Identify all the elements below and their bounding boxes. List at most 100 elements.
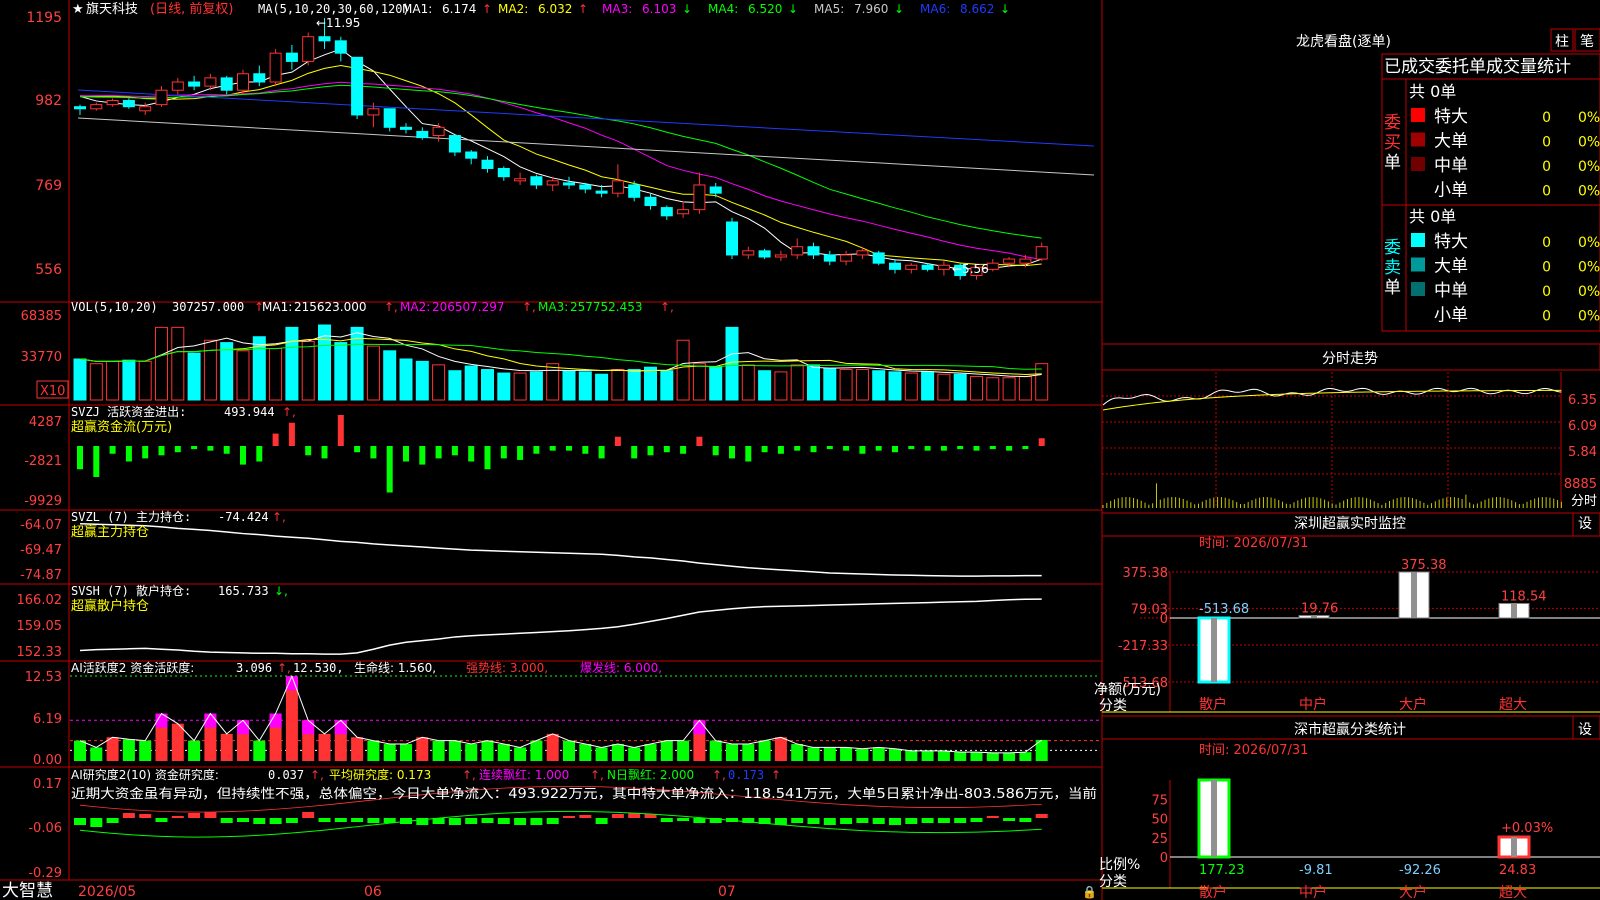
volume-bar [790, 364, 804, 401]
svzl-ytick-3: -74.87 [20, 568, 62, 583]
research-avg: 平均研究度: 0.173 [329, 767, 431, 782]
svsh-line[interactable] [79, 598, 1042, 655]
research-bar [905, 818, 918, 824]
vol-ma-value-2: 257752.453 [570, 300, 643, 314]
vol-ma-label-2: MA3: [538, 300, 568, 314]
order-count-0: 0 [1542, 110, 1551, 126]
volume-bar [709, 366, 723, 401]
monitor-category-0: 散户 [1199, 696, 1227, 713]
research-bar [122, 813, 135, 818]
ma-label-1: MA2: [498, 2, 528, 16]
research-bar [318, 818, 331, 822]
ma-arrow-5: ↓ [1000, 2, 1010, 16]
order-name-0: 特大 [1434, 232, 1468, 252]
order-count-1: 0 [1542, 135, 1551, 151]
buy-rows: 特大 0 0% 大单 0 0% 中单 0 0% 小单 0 0% [1411, 107, 1600, 201]
classify-value-1: -9.81 [1299, 863, 1333, 878]
svzj-bar [810, 446, 817, 453]
classify-value-3: 24.83 [1499, 863, 1536, 878]
candle-body [90, 104, 103, 110]
active-bar [318, 733, 331, 761]
app-logo[interactable]: 大智慧 [2, 881, 53, 900]
research-arrow-5: ↑ [771, 768, 781, 782]
order-pct-1: 0% [1578, 135, 1600, 151]
svzj-bar [517, 446, 524, 460]
active-ytick-2: 6.19 [33, 712, 62, 727]
ma-label-0: MA1: [402, 2, 432, 16]
order-name-3: 小单 [1434, 181, 1468, 201]
svzl-line[interactable] [79, 522, 1042, 577]
research-bar [660, 818, 673, 822]
active-bar [367, 740, 380, 761]
active-bar-tip [302, 720, 315, 735]
svzj-bar [1038, 438, 1045, 446]
ma-arrow-0: ↑ [482, 2, 492, 16]
ma-header: MA(5,10,20,30,60,120) [258, 2, 410, 16]
volume-bar [676, 339, 690, 401]
svzj-ytick-3: -9929 [24, 494, 62, 509]
volume-bar [595, 373, 609, 401]
research-bar [155, 818, 168, 822]
research-bar [237, 818, 249, 822]
classify-category-3: 超大 [1499, 885, 1527, 900]
monitor-value-0: -513.68 [1199, 602, 1249, 617]
active-bar-tip [693, 720, 706, 735]
active-bar-tip [237, 720, 249, 735]
active-burst-line: 爆发线: 6.000, [580, 660, 662, 675]
volume-bar [741, 364, 755, 401]
active-bar [660, 740, 673, 761]
sz-classify-settings[interactable]: 设 [1578, 722, 1592, 738]
buy-side-label-3: 单 [1384, 153, 1401, 173]
sz-monitor-yunit: 净额(万元) [1094, 682, 1161, 698]
volume-bars[interactable] [73, 324, 1049, 401]
research-ytick-2: -0.06 [28, 821, 62, 836]
research-ytick-1: 0.17 [33, 777, 62, 792]
main-ytick-3: 769 [35, 178, 62, 194]
longhu-tab-1[interactable]: 柱 [1555, 34, 1569, 50]
order-name-1: 大单 [1434, 257, 1468, 277]
active-bar [171, 723, 184, 761]
buy-total: 共 0单 [1409, 82, 1456, 101]
research-bar [448, 818, 461, 825]
volume-bar [904, 372, 918, 401]
svzl-ytick-2: -69.47 [20, 543, 62, 558]
candle-body [188, 81, 201, 87]
main-ytick-1: 1195 [26, 10, 62, 26]
ma-line-2 [79, 81, 1042, 260]
svzl-arrow: ↑, [272, 510, 286, 524]
classify-bar-shade-0 [1211, 780, 1217, 857]
svzj-bars[interactable] [77, 415, 1045, 493]
svzj-subtitle: 超赢资金流(万元) [71, 419, 172, 435]
lock-icon[interactable]: 🔒 [1082, 885, 1097, 899]
candle-body [660, 207, 673, 217]
candlestick-series[interactable] [74, 18, 1048, 280]
candle-body [563, 182, 575, 186]
svzj-bar [696, 436, 703, 446]
active-bar [791, 744, 804, 761]
research-note: 近期大资金虽有异动，但持续性不强，总体偏空，今日大单净流入：493.922万元，… [71, 785, 1097, 802]
ai-active-bars[interactable] [70, 674, 1100, 761]
volume-bar [644, 366, 657, 401]
volume-bar [73, 358, 87, 401]
svzj-bar [598, 446, 605, 459]
volume-bar [122, 359, 136, 401]
terminal-canvas: 375.3879.030-217.33-513.68-513.68散户19.76… [0, 0, 1600, 900]
candle-body [465, 151, 478, 159]
active-arrow: ↑, [277, 661, 291, 675]
svzj-ytick-2: -2821 [24, 454, 62, 469]
svzj-bar [1022, 446, 1029, 450]
order-name-3: 小单 [1434, 306, 1468, 326]
candle-body [497, 167, 510, 178]
stock-name[interactable]: 旗天科技 [86, 1, 138, 17]
research-bar [986, 816, 999, 818]
active-strong-line: 强势线: 3.000, [466, 661, 548, 675]
longhu-tab-2[interactable]: 笔 [1580, 34, 1594, 50]
main-ytick-4: 556 [35, 262, 62, 278]
monitor-category-3: 超大 [1499, 697, 1527, 713]
chart-period[interactable]: (日线, 前复权) [150, 1, 233, 17]
active-bar [90, 747, 103, 761]
sz-monitor-settings[interactable]: 设 [1578, 516, 1592, 532]
volume-bar [285, 326, 299, 401]
active-bar [579, 744, 592, 761]
monitor-value-2: 375.38 [1401, 558, 1447, 573]
